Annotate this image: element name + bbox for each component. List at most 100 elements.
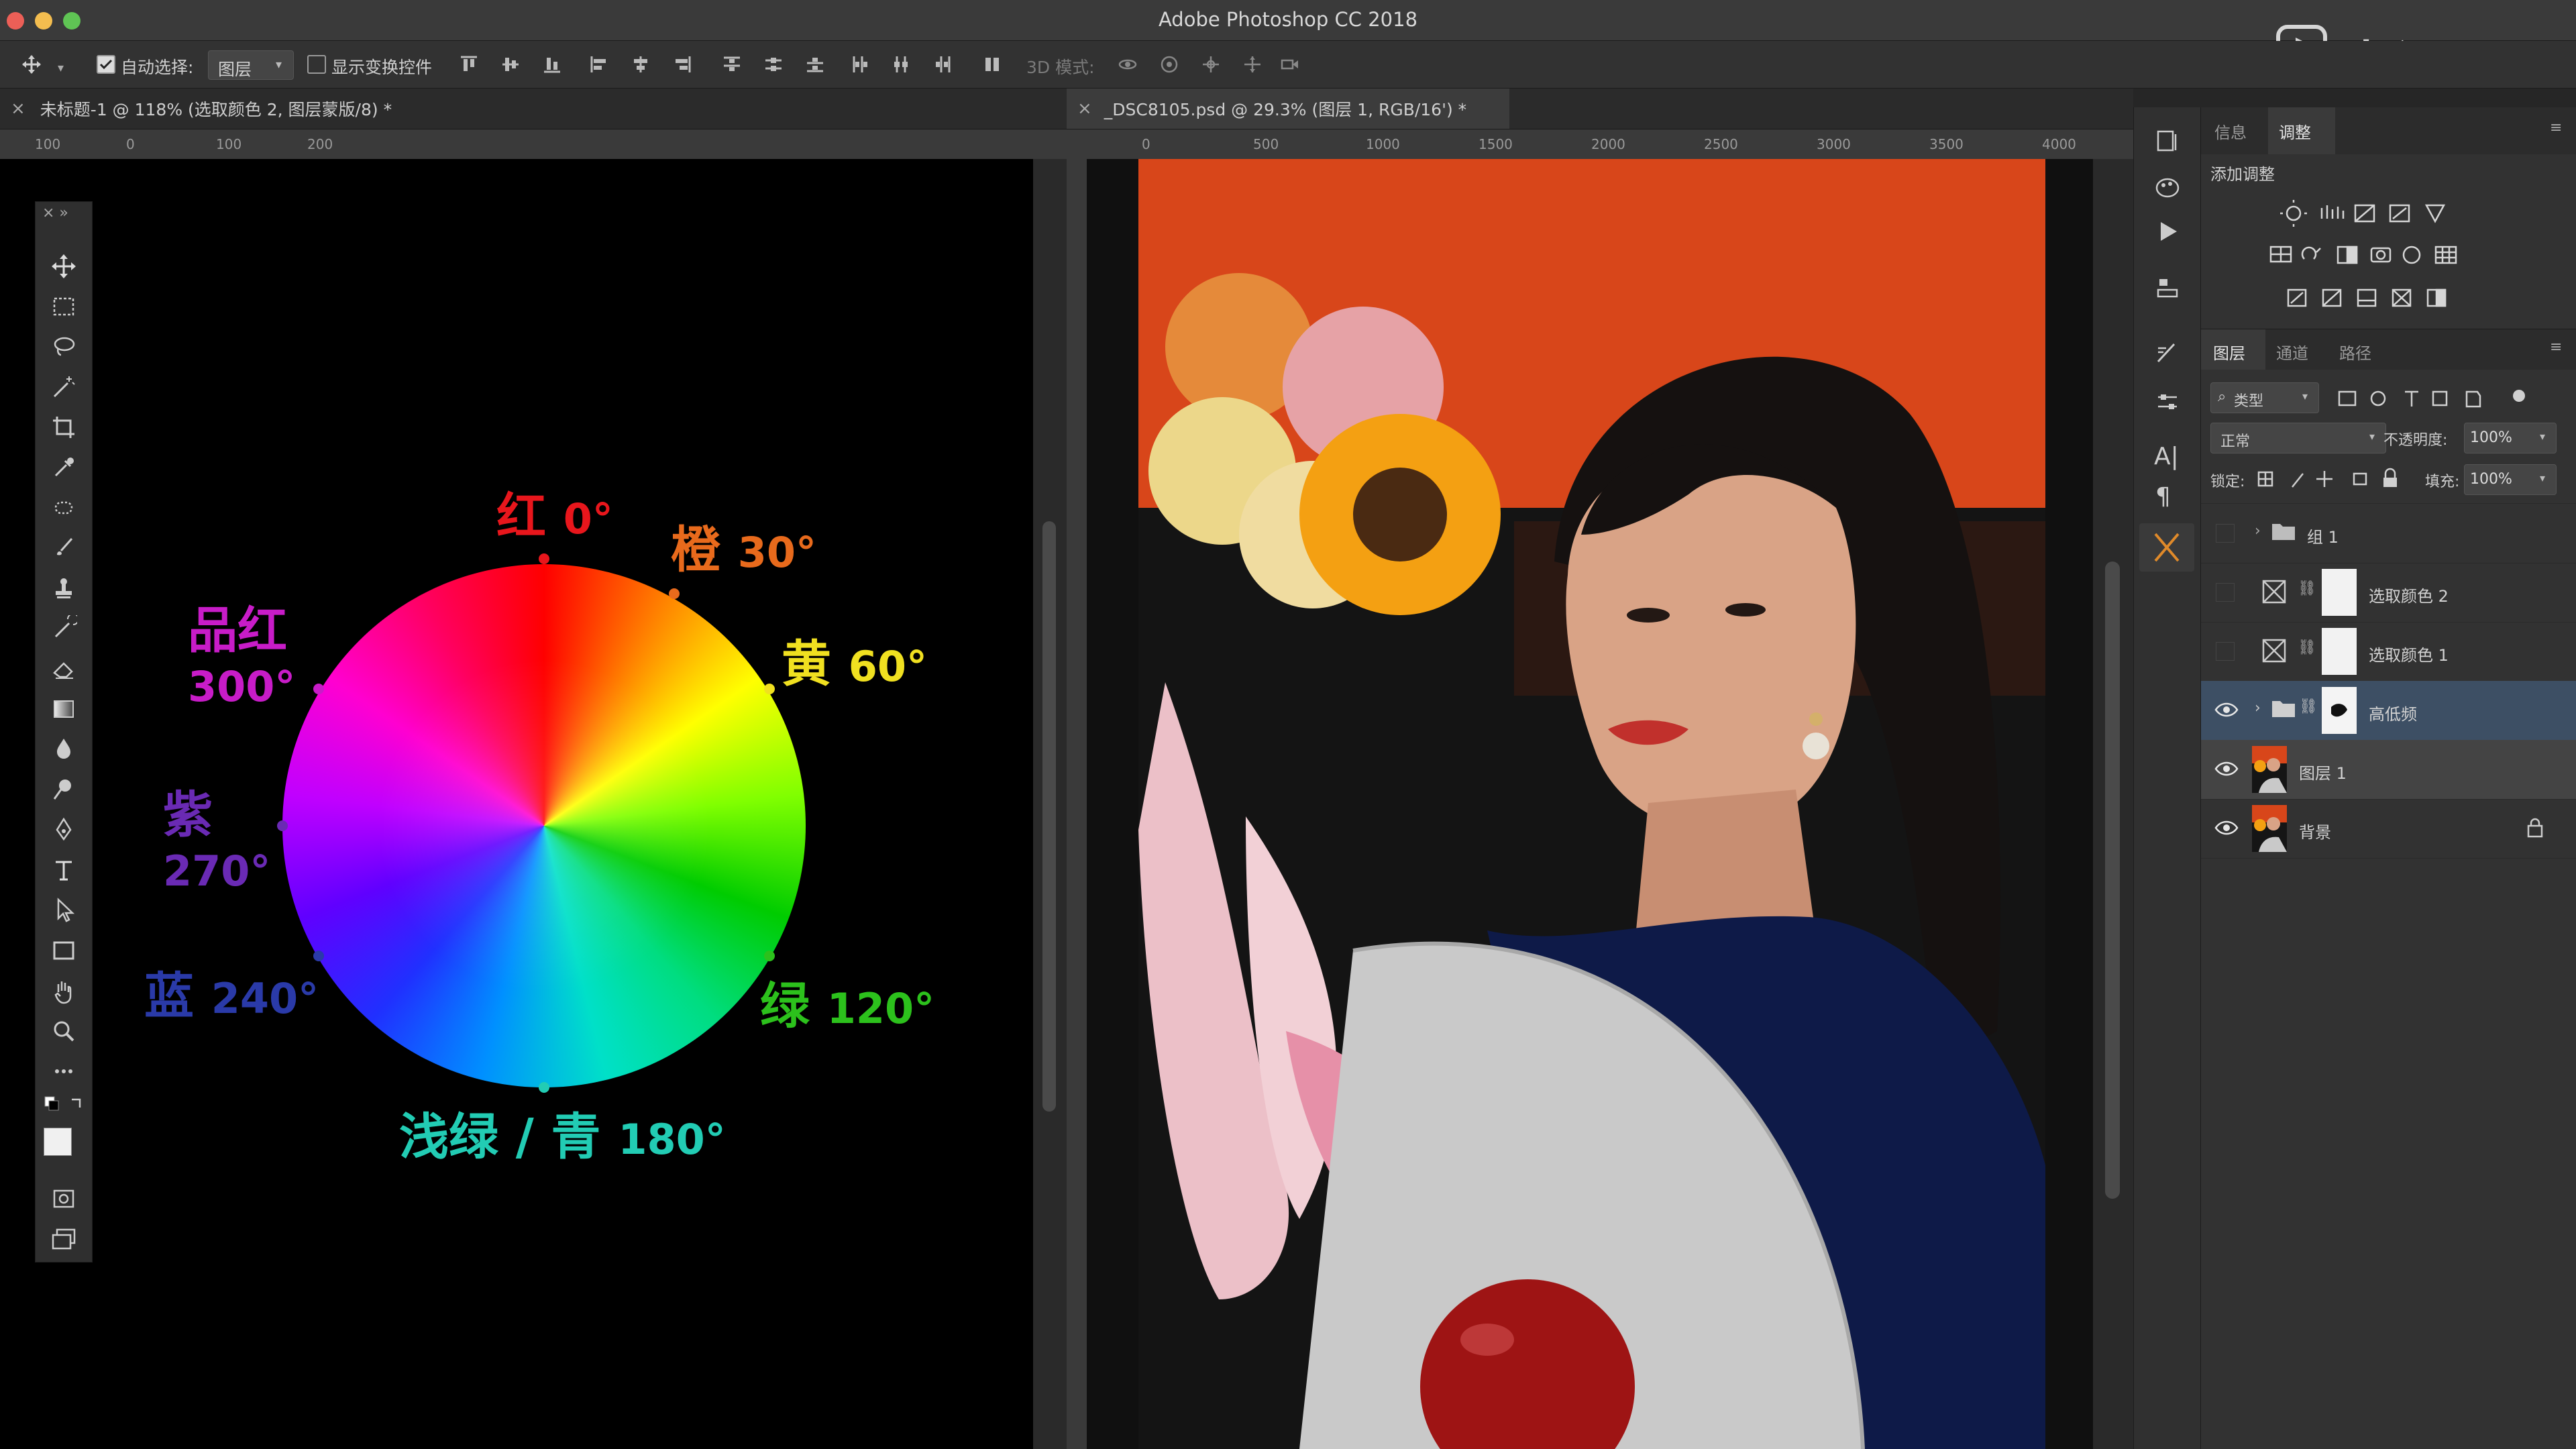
auto-align-icon[interactable] (981, 53, 1004, 76)
eraser-tool-icon[interactable] (45, 651, 83, 686)
layer-mask-thumbnail[interactable] (2322, 628, 2357, 675)
opacity-field[interactable]: 100% ▾ (2464, 423, 2557, 453)
align-hcenter-icon[interactable] (629, 53, 652, 76)
chevron-down-icon[interactable]: ▾ (58, 61, 64, 75)
character-panel-icon[interactable]: A| (2154, 443, 2179, 470)
pen-tool-icon[interactable] (45, 812, 83, 847)
scrollbar-thumb[interactable] (1042, 521, 1056, 1112)
paragraph-panel-icon[interactable]: ¶ (2155, 483, 2171, 511)
close-tab-icon[interactable]: × (11, 99, 25, 119)
color-panel-icon[interactable] (2154, 174, 2181, 204)
close-tab-icon[interactable]: × (1077, 99, 1092, 119)
eye-icon[interactable] (2214, 760, 2239, 777)
move-tool-icon[interactable] (45, 249, 83, 284)
marquee-tool-icon[interactable] (45, 289, 83, 324)
brush-tool-icon[interactable] (45, 531, 83, 566)
adjustments-sliders-icon[interactable] (2154, 389, 2181, 419)
auto-select-checkbox[interactable] (97, 55, 115, 74)
layer-mask-thumbnail[interactable] (2322, 569, 2357, 616)
3d-scale-icon[interactable] (1279, 53, 1301, 76)
panel-menu-icon[interactable]: ≡ (2550, 339, 2562, 356)
gradient-tool-icon[interactable] (45, 692, 83, 727)
blur-tool-icon[interactable] (45, 732, 83, 767)
foreground-color-swatch[interactable] (44, 1128, 72, 1156)
distribute-vcenter-icon[interactable] (762, 53, 785, 76)
tab-adjustments[interactable]: 调整 (2268, 107, 2335, 154)
layer-filter-icons[interactable] (2335, 384, 2563, 413)
history-panel-icon[interactable] (2154, 127, 2181, 157)
move-tool-preset-icon[interactable] (20, 53, 43, 76)
align-bottom-icon[interactable] (541, 53, 564, 76)
tab-channels[interactable]: 通道 (2276, 340, 2308, 364)
tab-info[interactable]: 信息 (2214, 119, 2247, 143)
distribute-left-icon[interactable] (848, 53, 871, 76)
align-vcenter-icon[interactable] (499, 53, 522, 76)
distribute-hcenter-icon[interactable] (890, 53, 912, 76)
swap-colors-icon[interactable] (42, 1094, 85, 1121)
document-tab-dsc8105[interactable]: × _DSC8105.psd @ 29.3% (图层 1, RGB/16') * (1067, 89, 1509, 129)
type-tool-icon[interactable] (45, 853, 83, 888)
path-selection-tool-icon[interactable] (45, 893, 83, 928)
clone-stamp-tool-icon[interactable] (45, 571, 83, 606)
crop-tool-icon[interactable] (45, 410, 83, 445)
rectangle-tool-icon[interactable] (45, 933, 83, 968)
document-tab-untitled[interactable]: × 未标题-1 @ 118% (选取颜色 2, 图层蒙版/8) * (0, 89, 1067, 129)
tab-layers[interactable]: 图层 (2201, 329, 2265, 370)
3d-orbit-icon[interactable] (1116, 53, 1139, 76)
layer-row-background[interactable]: 背景 (2201, 799, 2576, 859)
properties-panel-icon[interactable] (2154, 275, 2181, 305)
dodge-tool-icon[interactable] (45, 772, 83, 807)
align-right-icon[interactable] (671, 53, 694, 76)
link-icon[interactable]: ⛓ (2299, 698, 2318, 715)
distribute-bottom-icon[interactable] (804, 53, 826, 76)
quick-mask-icon[interactable] (45, 1181, 83, 1216)
lasso-tool-icon[interactable] (45, 329, 83, 364)
distribute-top-icon[interactable] (720, 53, 743, 76)
fill-field[interactable]: 100% ▾ (2464, 464, 2557, 495)
expand-group-icon[interactable]: › (2255, 700, 2261, 716)
expand-group-icon[interactable]: › (2255, 523, 2261, 539)
panel-menu-icon[interactable]: ≡ (2550, 119, 2562, 136)
lock-options[interactable] (2255, 464, 2416, 494)
collapse-toolbar-icon[interactable]: × » (42, 205, 68, 221)
eye-icon[interactable] (2214, 819, 2239, 837)
show-transform-checkbox[interactable] (307, 55, 326, 74)
layer-mask-thumbnail[interactable] (2322, 687, 2357, 734)
3d-pan-icon[interactable] (1199, 53, 1222, 76)
visibility-toggle-off[interactable] (2216, 642, 2235, 661)
tool-presets-panel-icon[interactable] (2139, 523, 2194, 572)
layer-row-selective-color-1[interactable]: ⛓ 选取颜色 1 (2201, 622, 2576, 682)
vertical-scrollbar-right[interactable] (2093, 159, 2133, 1449)
hand-tool-icon[interactable] (45, 973, 83, 1008)
blend-mode-dropdown[interactable]: 正常 ▾ (2210, 423, 2386, 453)
zoom-tool-icon[interactable] (45, 1014, 83, 1049)
align-top-icon[interactable] (458, 53, 480, 76)
layer-row-selective-color-2[interactable]: ⛓ 选取颜色 2 (2201, 563, 2576, 623)
align-left-icon[interactable] (588, 53, 610, 76)
layer-thumbnail[interactable] (2252, 805, 2287, 852)
history-brush-tool-icon[interactable] (45, 611, 83, 646)
link-icon[interactable]: ⛓ (2298, 580, 2316, 597)
layer-thumbnail[interactable] (2252, 746, 2287, 793)
magic-wand-tool-icon[interactable] (45, 370, 83, 405)
visibility-toggle-off[interactable] (2216, 524, 2235, 543)
brush-settings-icon[interactable] (2154, 339, 2181, 368)
layer-row-high-low-frequency[interactable]: › ⛓ 高低频 (2201, 681, 2576, 741)
tab-paths[interactable]: 路径 (2339, 340, 2371, 364)
visibility-toggle-off[interactable] (2216, 583, 2235, 602)
layer-row-group-1[interactable]: › 组 1 (2201, 504, 2576, 564)
healing-brush-tool-icon[interactable] (45, 490, 83, 525)
layer-row-layer-1[interactable]: 图层 1 (2201, 740, 2576, 800)
3d-slide-icon[interactable] (1241, 53, 1264, 76)
scrollbar-thumb[interactable] (2105, 561, 2120, 1199)
link-icon[interactable]: ⛓ (2298, 639, 2316, 656)
layer-filter-kind-dropdown[interactable]: ⌕ 类型 ▾ (2210, 382, 2319, 413)
vertical-scrollbar-left[interactable] (1033, 159, 1067, 1449)
eye-icon[interactable] (2214, 701, 2239, 718)
distribute-right-icon[interactable] (931, 53, 954, 76)
eyedropper-tool-icon[interactable] (45, 450, 83, 485)
more-tools-icon[interactable] (45, 1054, 83, 1089)
3d-roll-icon[interactable] (1158, 53, 1181, 76)
actions-play-icon[interactable] (2154, 218, 2181, 248)
auto-select-dropdown[interactable]: 图层 ▾ (208, 50, 294, 80)
